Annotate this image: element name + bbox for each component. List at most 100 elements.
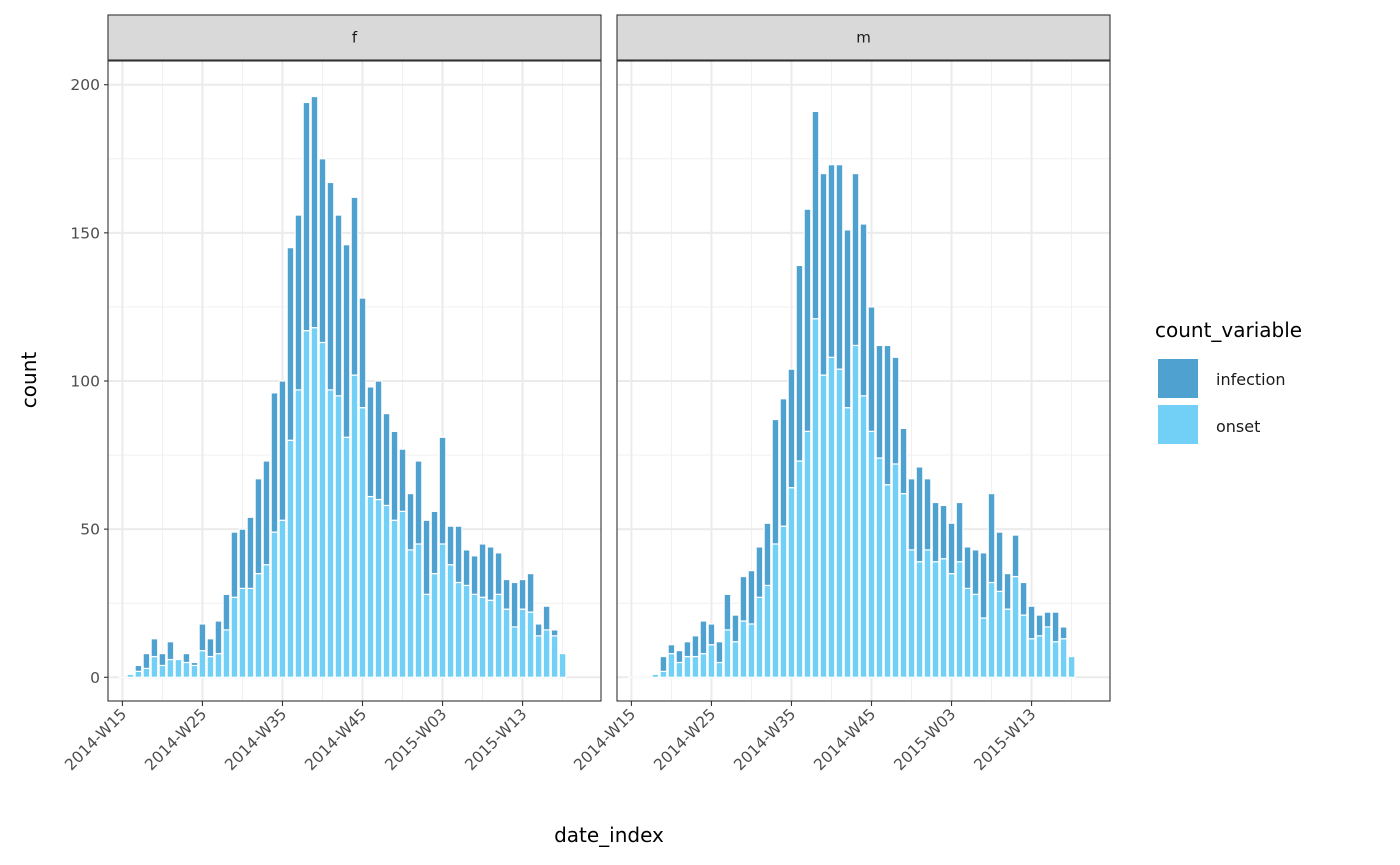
bar-onset-2014-W26 xyxy=(206,655,215,678)
bar-onset-2014-W45 xyxy=(358,407,367,678)
bar-infection-2015-W13 xyxy=(518,578,527,610)
y-axis-title: count xyxy=(17,352,41,409)
bar-infection-2014-W43 xyxy=(342,244,351,438)
bar-onset-2014-W29 xyxy=(739,620,748,678)
bar-onset-2014-W29 xyxy=(230,596,239,678)
bar-infection-2014-W24 xyxy=(699,620,708,655)
x-tick-label: 2015-W13 xyxy=(461,705,530,774)
bar-infection-2014-W42 xyxy=(843,229,852,409)
bar-onset-2014-W21 xyxy=(166,658,175,678)
bar-onset-2015-W12 xyxy=(1019,614,1028,678)
bar-infection-2015-W06 xyxy=(462,549,471,587)
bar-infection-2014-W22 xyxy=(683,641,692,658)
bar-onset-2015-W16 xyxy=(1051,641,1060,678)
bar-infection-2014-W46 xyxy=(366,386,375,498)
bar-onset-2015-W18 xyxy=(558,652,567,678)
bar-onset-2014-W16 xyxy=(126,673,135,678)
bar-infection-2014-W52 xyxy=(923,478,932,551)
bar-infection-2015-W05 xyxy=(454,525,463,584)
x-tick-label: 2015-W03 xyxy=(890,705,959,774)
bar-infection-2014-W28 xyxy=(222,593,231,631)
panel-m: m 2014-W15 2014-W25 2014-W35 2014-W45 2015-W0… xyxy=(570,14,1111,774)
bar-onset-2015-W03 xyxy=(947,572,956,678)
bar-onset-2015-W07 xyxy=(470,593,479,678)
bar-infection-2014-W26 xyxy=(715,641,724,664)
bar-onset-2014-W23 xyxy=(691,655,700,678)
bar-infection-2015-W14 xyxy=(1035,614,1044,637)
bar-infection-2014-W38 xyxy=(302,101,311,332)
bar-onset-2014-W22 xyxy=(174,658,183,678)
bar-onset-2014-W47 xyxy=(374,498,383,678)
bar-infection-2014-W44 xyxy=(350,196,359,376)
bar-onset-2014-W23 xyxy=(182,661,191,678)
bar-infection-2015-W15 xyxy=(1043,611,1052,628)
bar-onset-2015-W07 xyxy=(979,617,988,678)
bar-onset-2014-W36 xyxy=(795,460,804,678)
bar-onset-2014-W34 xyxy=(779,525,788,678)
y-tick-label: 0 xyxy=(90,669,100,687)
bar-infection-2015-W03 xyxy=(947,522,956,575)
bar-onset-2014-W52 xyxy=(414,543,423,678)
bar-onset-2014-W43 xyxy=(851,344,860,678)
bar-onset-2015-W04 xyxy=(955,561,964,678)
bar-infection-2014-W19 xyxy=(150,638,159,658)
bar-onset-2014-W51 xyxy=(406,549,415,678)
bar-onset-2014-W46 xyxy=(875,457,884,678)
bar-infection-2015-W01 xyxy=(931,501,940,563)
bar-onset-2014-W41 xyxy=(326,389,335,678)
facet-strip-label: m xyxy=(856,29,871,47)
bar-onset-2014-W51 xyxy=(915,561,924,678)
bar-infection-2014-W52 xyxy=(414,460,423,545)
bar-infection-2015-W14 xyxy=(526,572,535,613)
bar-infection-2014-W30 xyxy=(238,528,247,590)
bar-onset-2014-W18 xyxy=(651,673,660,678)
bar-onset-2015-W11 xyxy=(502,608,511,678)
bar-infection-2015-W12 xyxy=(510,581,519,628)
legend-key-infection xyxy=(1158,359,1198,398)
bar-infection-2015-W17 xyxy=(1059,626,1068,640)
bar-onset-2015-W02 xyxy=(430,572,439,678)
bar-infection-2014-W27 xyxy=(214,620,223,655)
bar-infection-2014-W39 xyxy=(819,172,828,376)
bar-infection-2015-W03 xyxy=(438,436,447,545)
bar-infection-2015-W16 xyxy=(542,605,551,631)
bar-onset-2014-W36 xyxy=(286,439,295,678)
bar-onset-2014-W17 xyxy=(134,670,143,678)
bar-onset-2015-W11 xyxy=(1011,575,1020,678)
bar-infection-2014-W29 xyxy=(230,531,239,598)
bar-onset-2015-W10 xyxy=(1003,608,1012,678)
bar-onset-2015-W13 xyxy=(1027,638,1036,678)
bar-infection-2015-W06 xyxy=(971,549,980,595)
bar-onset-2015-W14 xyxy=(526,611,535,678)
bar-infection-2014-W29 xyxy=(739,575,748,622)
legend: count_variable infection onset xyxy=(1155,318,1302,444)
bar-onset-2015-W17 xyxy=(550,635,559,678)
bar-infection-2015-W02 xyxy=(939,504,948,560)
bar-infection-2014-W25 xyxy=(198,623,207,652)
bar-onset-2014-W31 xyxy=(755,596,764,678)
legend-label-onset: onset xyxy=(1216,417,1260,436)
bar-onset-2014-W39 xyxy=(819,374,828,678)
bar-onset-2014-W31 xyxy=(246,587,255,678)
bar-infection-2014-W28 xyxy=(731,614,740,643)
bar-infection-2015-W05 xyxy=(963,546,972,590)
bar-onset-2015-W08 xyxy=(478,596,487,678)
bar-infection-2014-W30 xyxy=(747,570,756,625)
bar-infection-2015-W09 xyxy=(486,546,495,601)
bar-onset-2014-W38 xyxy=(811,318,820,678)
bar-onset-2014-W27 xyxy=(214,652,223,678)
bar-infection-2014-W50 xyxy=(398,448,407,512)
bar-infection-2014-W32 xyxy=(254,478,263,575)
bar-infection-2015-W13 xyxy=(1027,605,1036,640)
bar-onset-2015-W05 xyxy=(454,581,463,678)
bar-onset-2014-W21 xyxy=(675,661,684,678)
bar-infection-2014-W46 xyxy=(875,344,884,459)
bar-infection-2014-W51 xyxy=(915,466,924,563)
bar-onset-2014-W49 xyxy=(899,492,908,678)
bar-onset-2014-W44 xyxy=(859,395,868,678)
bar-onset-2015-W15 xyxy=(534,635,543,678)
bar-infection-2014-W49 xyxy=(899,427,908,495)
bar-infection-2015-W07 xyxy=(979,552,988,619)
bar-infection-2014-W45 xyxy=(358,297,367,409)
bar-infection-2014-W35 xyxy=(278,380,287,521)
